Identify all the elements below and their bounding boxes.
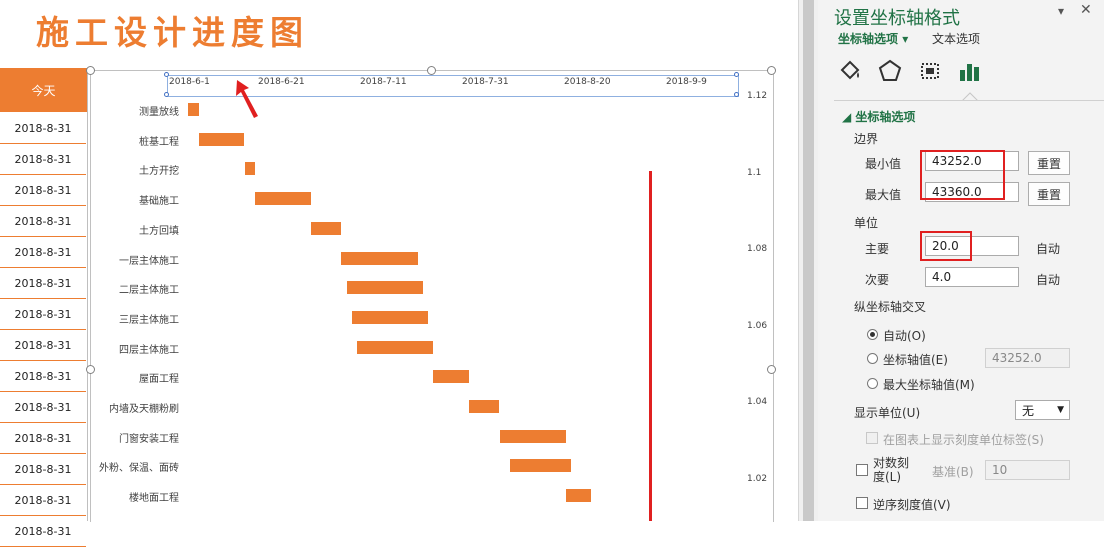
y-tick-label: 1.12: [747, 91, 768, 101]
minor-label: 次要: [865, 273, 890, 287]
fill-line-icon[interactable]: [836, 58, 864, 84]
cross-value-label[interactable]: 坐标轴值(E): [883, 351, 948, 368]
task-label: 一层主体施工: [119, 255, 179, 267]
task-label: 土方开挖: [139, 166, 179, 178]
task-label: 门窗安装工程: [119, 433, 179, 445]
cross-max-radio[interactable]: [867, 378, 878, 389]
major-label: 主要: [865, 242, 890, 256]
reset-max-button[interactable]: 重置: [1028, 182, 1070, 206]
y-tick-label: 1.06: [747, 320, 768, 331]
task-label: 屋面工程: [139, 374, 179, 386]
axis-cross-label: 纵坐标轴交叉: [854, 300, 927, 314]
minor-auto-label: 自动: [1036, 273, 1061, 287]
task-label: 基础施工: [139, 196, 179, 208]
max-label: 最大值: [865, 188, 902, 202]
axis-handle[interactable]: [734, 92, 739, 97]
axis-handle[interactable]: [164, 92, 169, 97]
bounds-highlight-box: [920, 150, 1005, 200]
pane-divider: [834, 100, 1104, 101]
dropdown-chevron-icon: ▼: [1057, 405, 1064, 415]
cross-auto-radio[interactable]: [867, 329, 878, 340]
cross-value-radio[interactable]: [867, 353, 878, 364]
pane-title: 设置坐标轴格式: [834, 8, 960, 29]
x-tick-label: 2018-6-1: [169, 77, 210, 87]
task-label: 测量放线: [139, 107, 179, 118]
gantt-bar[interactable]: [188, 103, 199, 116]
y-tick-label: 1.1: [747, 167, 762, 178]
reverse-order-checkbox[interactable]: [856, 497, 868, 509]
task-label: 外粉、保温、面砖: [99, 463, 179, 475]
chart-resize-handle[interactable]: [86, 365, 95, 374]
gantt-bar[interactable]: [341, 251, 418, 265]
cross-value-input[interactable]: 43252.0: [985, 348, 1070, 368]
task-label: 三层主体施工: [119, 314, 179, 326]
sheet-title: 施工设计进度图: [36, 13, 309, 52]
y-tick-label: 1.02: [747, 473, 768, 484]
y-tick-label: 1.04: [747, 397, 768, 407]
gantt-bar[interactable]: [254, 192, 311, 206]
log-scale-label[interactable]: 对数刻 度(L): [873, 456, 909, 484]
gantt-bar[interactable]: [310, 221, 342, 235]
log-base-input[interactable]: 10: [985, 460, 1070, 480]
pointer-arrow-icon: [236, 80, 258, 118]
display-units-label: 显示单位(U): [854, 406, 921, 420]
gantt-bar[interactable]: [565, 489, 592, 503]
cross-auto-label[interactable]: 自动(O): [883, 327, 926, 344]
effects-pentagon-icon[interactable]: [876, 58, 904, 84]
bounds-label: 边界: [854, 132, 879, 146]
task-label: 四层主体施工: [119, 344, 179, 356]
chart-resize-handle[interactable]: [427, 66, 436, 75]
task-label: 二层主体施工: [119, 285, 179, 297]
gantt-bar[interactable]: [198, 132, 245, 146]
tab-text-options[interactable]: 文本选项: [932, 30, 980, 47]
gantt-bar[interactable]: [509, 459, 571, 473]
pane-options-chevron-icon[interactable]: ▾: [1058, 4, 1064, 18]
display-units-value: 无: [1022, 403, 1035, 418]
log-scale-checkbox[interactable]: [856, 464, 868, 476]
task-label: 内墙及天棚粉刷: [109, 404, 179, 415]
chart-resize-handle[interactable]: [767, 66, 776, 75]
x-tick-label: 2018-7-11: [360, 77, 407, 87]
cross-max-label[interactable]: 最大坐标轴值(M): [883, 376, 975, 393]
pane-close-icon[interactable]: ✕: [1080, 2, 1092, 18]
major-highlight-box: [920, 231, 972, 261]
reverse-order-label[interactable]: 逆序刻度值(V): [873, 496, 951, 513]
task-label: 桩基工程: [139, 136, 179, 148]
chart-resize-handle[interactable]: [86, 66, 95, 75]
x-tick-label: 2018-6-21: [258, 77, 305, 87]
y-tick-label: 1.08: [747, 244, 768, 254]
section-axis-options[interactable]: ◢ 坐标轴选项: [842, 108, 915, 125]
tab-axis-options[interactable]: 坐标轴选项 ▾: [838, 30, 908, 47]
min-label: 最小值: [865, 157, 902, 171]
base-label: 基准(B): [932, 465, 974, 479]
gantt-bar[interactable]: [499, 429, 566, 443]
gantt-bar[interactable]: [433, 370, 469, 384]
gantt-bar[interactable]: [468, 400, 500, 413]
x-tick-label: 2018-7-31: [462, 77, 509, 87]
minor-unit-input[interactable]: 4.0: [925, 267, 1019, 287]
show-units-label: 在图表上显示刻度单位标签(S): [883, 433, 1044, 447]
scrollbar-thumb[interactable]: [803, 0, 814, 521]
major-auto-label: 自动: [1036, 242, 1061, 256]
axis-handle[interactable]: [164, 72, 169, 77]
size-properties-icon[interactable]: [916, 58, 944, 84]
task-label: 楼地面工程: [129, 493, 179, 505]
reset-min-button[interactable]: 重置: [1028, 151, 1070, 175]
axis-options-bar-icon[interactable]: [956, 58, 984, 84]
task-label: 土方回填: [139, 225, 179, 237]
x-tick-label: 2018-9-9: [666, 77, 707, 87]
axis-handle[interactable]: [734, 72, 739, 77]
show-units-checkbox[interactable]: [866, 432, 878, 444]
vertical-scrollbar[interactable]: [798, 0, 819, 521]
x-tick-label: 2018-8-20: [564, 77, 611, 87]
units-label: 单位: [854, 216, 879, 230]
gantt-bar[interactable]: [346, 281, 423, 295]
chart-resize-handle[interactable]: [767, 365, 776, 374]
gantt-chart-area[interactable]: [90, 70, 774, 522]
gantt-bar[interactable]: [351, 310, 429, 324]
gantt-bar[interactable]: [356, 340, 434, 354]
display-units-select[interactable]: 无 ▼: [1015, 400, 1070, 420]
gantt-bar[interactable]: [244, 162, 255, 176]
today-marker-line: [649, 171, 652, 521]
